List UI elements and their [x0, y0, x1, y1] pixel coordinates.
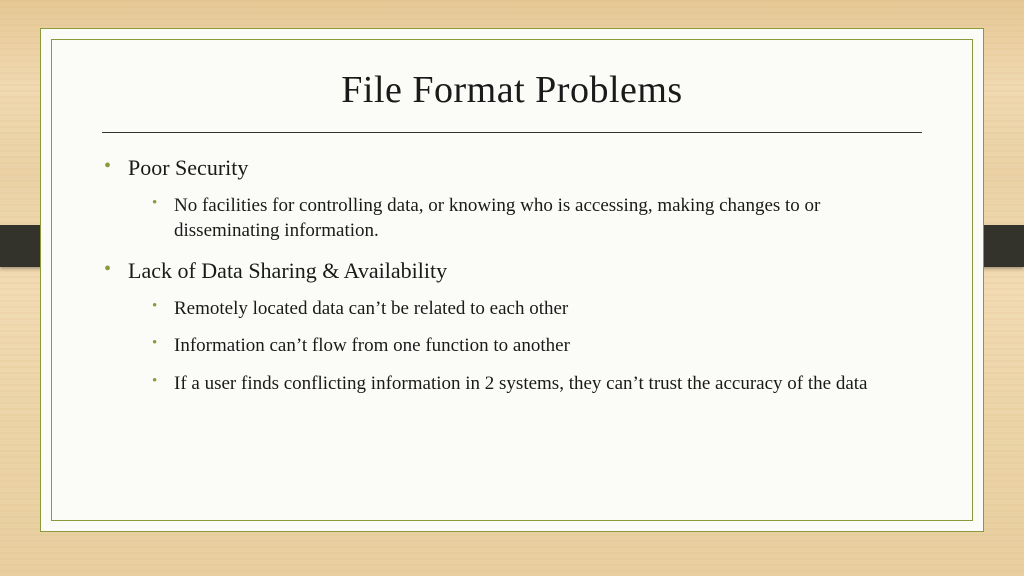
- bullet-text: Lack of Data Sharing & Availability: [128, 258, 447, 283]
- slide-outer-frame: File Format Problems Poor Security No fa…: [40, 28, 984, 532]
- list-item: If a user finds conflicting information …: [168, 371, 922, 397]
- list-item: Remotely located data can’t be related t…: [168, 296, 922, 322]
- decorative-tab-left: [0, 225, 42, 267]
- list-item: Information can’t flow from one function…: [168, 333, 922, 359]
- bullet-text: Poor Security: [128, 155, 248, 180]
- sub-bullet-list: Remotely located data can’t be related t…: [128, 296, 922, 397]
- list-item: Poor Security No facilities for controll…: [120, 153, 922, 244]
- slide-title: File Format Problems: [102, 68, 922, 112]
- list-item: No facilities for controlling data, or k…: [168, 193, 922, 244]
- bullet-list: Poor Security No facilities for controll…: [102, 153, 922, 397]
- title-divider: [102, 132, 922, 133]
- list-item: Lack of Data Sharing & Availability Remo…: [120, 256, 922, 397]
- slide-inner-frame: File Format Problems Poor Security No fa…: [51, 39, 973, 521]
- decorative-tab-right: [982, 225, 1024, 267]
- sub-bullet-list: No facilities for controlling data, or k…: [128, 193, 922, 244]
